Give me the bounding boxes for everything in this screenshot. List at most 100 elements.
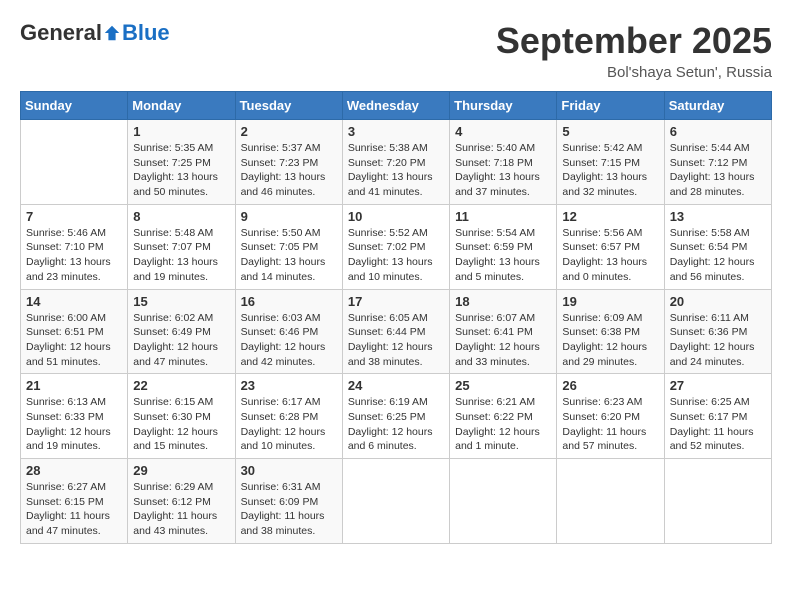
day-number: 26 (562, 378, 658, 393)
calendar-day-19: 19 Sunrise: 6:09 AMSunset: 6:38 PMDaylig… (557, 289, 664, 374)
day-number: 21 (26, 378, 122, 393)
calendar-day-2: 2 Sunrise: 5:37 AMSunset: 7:23 PMDayligh… (235, 120, 342, 205)
calendar-day-30: 30 Sunrise: 6:31 AMSunset: 6:09 PMDaylig… (235, 459, 342, 544)
calendar-day-17: 17 Sunrise: 6:05 AMSunset: 6:44 PMDaylig… (342, 289, 449, 374)
calendar-day-16: 16 Sunrise: 6:03 AMSunset: 6:46 PMDaylig… (235, 289, 342, 374)
day-info: Sunrise: 6:02 AMSunset: 6:49 PMDaylight:… (133, 311, 229, 370)
day-info: Sunrise: 5:40 AMSunset: 7:18 PMDaylight:… (455, 141, 551, 200)
calendar-day-10: 10 Sunrise: 5:52 AMSunset: 7:02 PMDaylig… (342, 204, 449, 289)
logo-icon (103, 24, 121, 42)
calendar-day-20: 20 Sunrise: 6:11 AMSunset: 6:36 PMDaylig… (664, 289, 771, 374)
weekday-header-monday: Monday (128, 92, 235, 120)
day-info: Sunrise: 6:17 AMSunset: 6:28 PMDaylight:… (241, 395, 337, 454)
day-number: 28 (26, 463, 122, 478)
calendar-day-5: 5 Sunrise: 5:42 AMSunset: 7:15 PMDayligh… (557, 120, 664, 205)
calendar-day-13: 13 Sunrise: 5:58 AMSunset: 6:54 PMDaylig… (664, 204, 771, 289)
day-info: Sunrise: 5:42 AMSunset: 7:15 PMDaylight:… (562, 141, 658, 200)
day-info: Sunrise: 5:35 AMSunset: 7:25 PMDaylight:… (133, 141, 229, 200)
calendar-week-1: 1 Sunrise: 5:35 AMSunset: 7:25 PMDayligh… (21, 120, 772, 205)
day-number: 2 (241, 124, 337, 139)
day-info: Sunrise: 6:31 AMSunset: 6:09 PMDaylight:… (241, 480, 337, 539)
day-number: 7 (26, 209, 122, 224)
day-info: Sunrise: 5:58 AMSunset: 6:54 PMDaylight:… (670, 226, 766, 285)
calendar-day-1: 1 Sunrise: 5:35 AMSunset: 7:25 PMDayligh… (128, 120, 235, 205)
calendar-day-4: 4 Sunrise: 5:40 AMSunset: 7:18 PMDayligh… (450, 120, 557, 205)
calendar-day-11: 11 Sunrise: 5:54 AMSunset: 6:59 PMDaylig… (450, 204, 557, 289)
day-number: 19 (562, 294, 658, 309)
logo: General Blue (20, 20, 170, 46)
day-info: Sunrise: 5:48 AMSunset: 7:07 PMDaylight:… (133, 226, 229, 285)
day-number: 12 (562, 209, 658, 224)
page-header: General Blue September 2025 Bol'shaya Se… (20, 20, 772, 81)
day-number: 15 (133, 294, 229, 309)
calendar-day-12: 12 Sunrise: 5:56 AMSunset: 6:57 PMDaylig… (557, 204, 664, 289)
calendar-week-2: 7 Sunrise: 5:46 AMSunset: 7:10 PMDayligh… (21, 204, 772, 289)
month-title: September 2025 (496, 20, 772, 62)
calendar-day-25: 25 Sunrise: 6:21 AMSunset: 6:22 PMDaylig… (450, 374, 557, 459)
calendar-table: SundayMondayTuesdayWednesdayThursdayFrid… (20, 91, 772, 544)
day-info: Sunrise: 5:56 AMSunset: 6:57 PMDaylight:… (562, 226, 658, 285)
day-number: 4 (455, 124, 551, 139)
day-number: 22 (133, 378, 229, 393)
empty-cell (21, 120, 128, 205)
day-number: 14 (26, 294, 122, 309)
day-info: Sunrise: 6:21 AMSunset: 6:22 PMDaylight:… (455, 395, 551, 454)
day-number: 29 (133, 463, 229, 478)
calendar-day-22: 22 Sunrise: 6:15 AMSunset: 6:30 PMDaylig… (128, 374, 235, 459)
day-info: Sunrise: 6:19 AMSunset: 6:25 PMDaylight:… (348, 395, 444, 454)
weekday-header-tuesday: Tuesday (235, 92, 342, 120)
calendar-day-9: 9 Sunrise: 5:50 AMSunset: 7:05 PMDayligh… (235, 204, 342, 289)
calendar-week-3: 14 Sunrise: 6:00 AMSunset: 6:51 PMDaylig… (21, 289, 772, 374)
day-info: Sunrise: 6:05 AMSunset: 6:44 PMDaylight:… (348, 311, 444, 370)
location: Bol'shaya Setun', Russia (496, 64, 772, 81)
weekday-header-friday: Friday (557, 92, 664, 120)
day-info: Sunrise: 6:07 AMSunset: 6:41 PMDaylight:… (455, 311, 551, 370)
day-info: Sunrise: 5:44 AMSunset: 7:12 PMDaylight:… (670, 141, 766, 200)
logo-blue: Blue (122, 20, 170, 46)
empty-cell (664, 459, 771, 544)
weekday-header-sunday: Sunday (21, 92, 128, 120)
day-number: 11 (455, 209, 551, 224)
day-info: Sunrise: 6:23 AMSunset: 6:20 PMDaylight:… (562, 395, 658, 454)
calendar-day-29: 29 Sunrise: 6:29 AMSunset: 6:12 PMDaylig… (128, 459, 235, 544)
day-number: 3 (348, 124, 444, 139)
day-info: Sunrise: 5:37 AMSunset: 7:23 PMDaylight:… (241, 141, 337, 200)
calendar-day-6: 6 Sunrise: 5:44 AMSunset: 7:12 PMDayligh… (664, 120, 771, 205)
day-info: Sunrise: 6:15 AMSunset: 6:30 PMDaylight:… (133, 395, 229, 454)
title-block: September 2025 Bol'shaya Setun', Russia (496, 20, 772, 81)
calendar-day-21: 21 Sunrise: 6:13 AMSunset: 6:33 PMDaylig… (21, 374, 128, 459)
day-info: Sunrise: 5:50 AMSunset: 7:05 PMDaylight:… (241, 226, 337, 285)
calendar-day-7: 7 Sunrise: 5:46 AMSunset: 7:10 PMDayligh… (21, 204, 128, 289)
calendar-day-14: 14 Sunrise: 6:00 AMSunset: 6:51 PMDaylig… (21, 289, 128, 374)
day-number: 13 (670, 209, 766, 224)
day-number: 1 (133, 124, 229, 139)
day-number: 27 (670, 378, 766, 393)
day-number: 24 (348, 378, 444, 393)
day-number: 10 (348, 209, 444, 224)
empty-cell (342, 459, 449, 544)
calendar-day-18: 18 Sunrise: 6:07 AMSunset: 6:41 PMDaylig… (450, 289, 557, 374)
calendar-day-15: 15 Sunrise: 6:02 AMSunset: 6:49 PMDaylig… (128, 289, 235, 374)
day-info: Sunrise: 6:03 AMSunset: 6:46 PMDaylight:… (241, 311, 337, 370)
day-number: 23 (241, 378, 337, 393)
day-number: 25 (455, 378, 551, 393)
day-info: Sunrise: 6:25 AMSunset: 6:17 PMDaylight:… (670, 395, 766, 454)
day-info: Sunrise: 5:46 AMSunset: 7:10 PMDaylight:… (26, 226, 122, 285)
day-number: 5 (562, 124, 658, 139)
day-info: Sunrise: 5:54 AMSunset: 6:59 PMDaylight:… (455, 226, 551, 285)
weekday-header-thursday: Thursday (450, 92, 557, 120)
weekday-header-row: SundayMondayTuesdayWednesdayThursdayFrid… (21, 92, 772, 120)
logo-general: General (20, 20, 102, 46)
day-number: 20 (670, 294, 766, 309)
calendar-day-8: 8 Sunrise: 5:48 AMSunset: 7:07 PMDayligh… (128, 204, 235, 289)
day-number: 6 (670, 124, 766, 139)
calendar-day-26: 26 Sunrise: 6:23 AMSunset: 6:20 PMDaylig… (557, 374, 664, 459)
calendar-week-5: 28 Sunrise: 6:27 AMSunset: 6:15 PMDaylig… (21, 459, 772, 544)
weekday-header-saturday: Saturday (664, 92, 771, 120)
day-info: Sunrise: 5:52 AMSunset: 7:02 PMDaylight:… (348, 226, 444, 285)
day-info: Sunrise: 6:09 AMSunset: 6:38 PMDaylight:… (562, 311, 658, 370)
calendar-day-24: 24 Sunrise: 6:19 AMSunset: 6:25 PMDaylig… (342, 374, 449, 459)
calendar-day-23: 23 Sunrise: 6:17 AMSunset: 6:28 PMDaylig… (235, 374, 342, 459)
weekday-header-wednesday: Wednesday (342, 92, 449, 120)
empty-cell (557, 459, 664, 544)
